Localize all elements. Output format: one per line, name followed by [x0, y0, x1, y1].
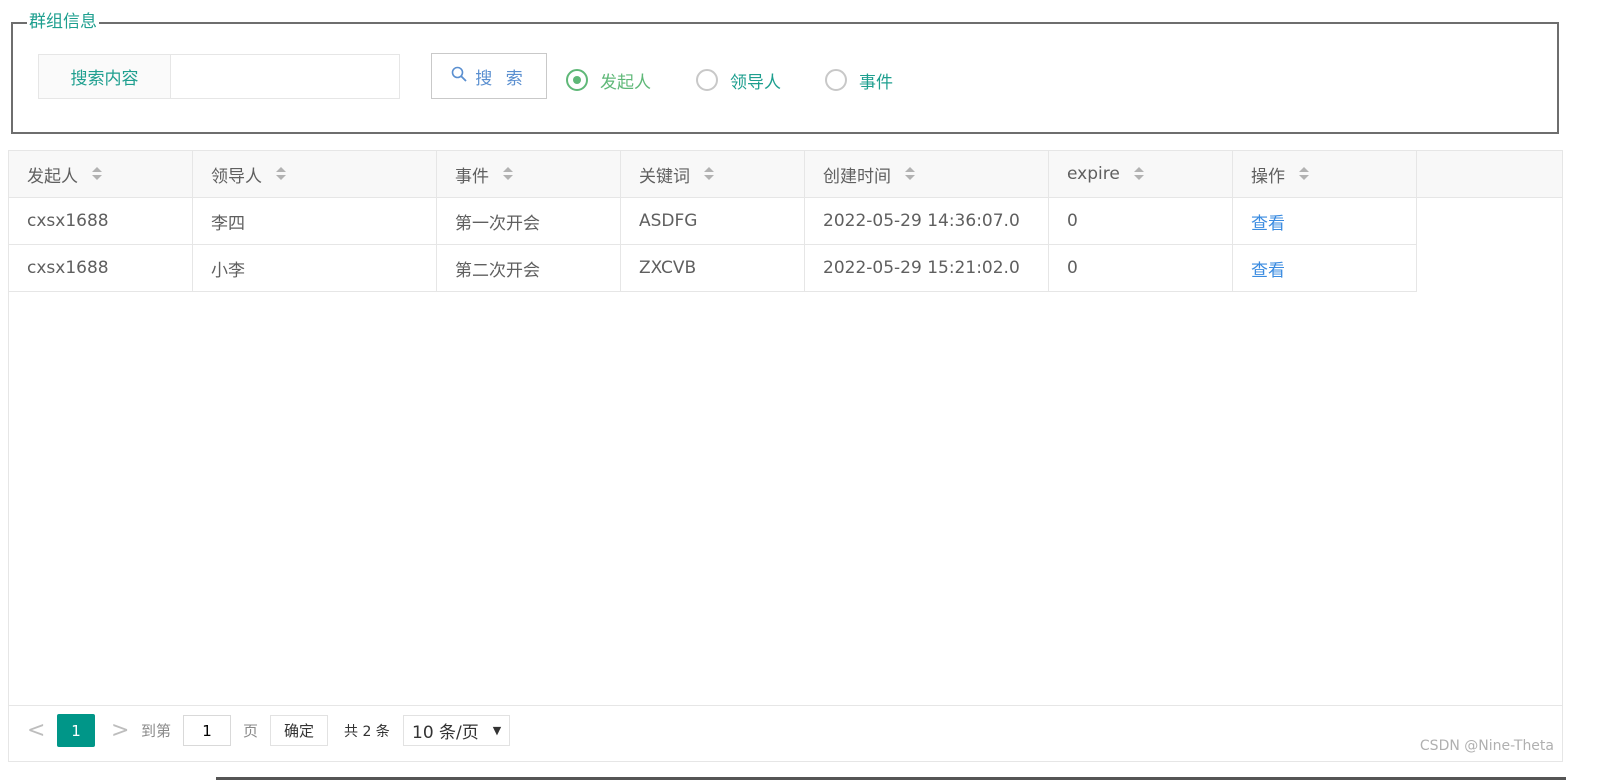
cell-action: 查看	[1233, 198, 1417, 244]
cell-initiator: cxsx1688	[9, 245, 193, 291]
watermark: CSDN @Nine-Theta	[1419, 738, 1554, 754]
goto-field-wrap	[183, 714, 231, 747]
search-button-label: 搜 索	[475, 68, 527, 89]
cell-action: 查看	[1233, 245, 1417, 291]
column-header-initiator[interactable]: 发起人	[9, 151, 193, 197]
table-row: cxsx1688 小李 第二次开会 ZXCVB 2022-05-29 15:21…	[9, 245, 1417, 292]
cell-event: 第二次开会	[437, 245, 621, 291]
search-input[interactable]	[171, 55, 399, 98]
sort-icon[interactable]	[1299, 167, 1309, 181]
column-header-label: 创建时间	[823, 166, 891, 187]
total-count: 共 2 条	[344, 723, 390, 740]
column-header-label: 事件	[455, 166, 489, 187]
sort-icon[interactable]	[276, 167, 286, 181]
cell-expire: 0	[1049, 245, 1233, 291]
table-header: 发起人 领导人 事件 关键词 创建时间 expire 操作	[9, 151, 1562, 198]
search-group: 搜索内容	[38, 54, 400, 99]
sort-icon[interactable]	[1133, 167, 1144, 181]
radio-label: 发起人	[600, 72, 651, 93]
cell-expire: 0	[1049, 198, 1233, 244]
radio-unchecked-icon	[825, 69, 847, 91]
radio-label: 事件	[859, 72, 893, 93]
radio-label: 领导人	[730, 72, 781, 93]
cell-initiator: cxsx1688	[9, 198, 193, 244]
goto-prefix: 到第	[141, 722, 172, 740]
page-size-value: 10 条/页	[412, 723, 479, 743]
goto-suffix: 页	[243, 722, 259, 740]
search-icon	[451, 66, 467, 87]
column-header-created[interactable]: 创建时间	[805, 151, 1049, 197]
sort-icon[interactable]	[704, 167, 714, 181]
radio-event[interactable]: 事件	[825, 66, 893, 94]
column-header-expire[interactable]: expire	[1049, 151, 1233, 197]
pagination: < 1 > 到第 页 确定 共 2 条 10 条/页 ▼	[9, 705, 1562, 761]
caret-down-icon: ▼	[492, 724, 502, 737]
prev-page-icon[interactable]: <	[27, 714, 45, 747]
column-header-leader[interactable]: 领导人	[193, 151, 437, 197]
confirm-button[interactable]: 确定	[270, 715, 329, 746]
view-link[interactable]: 查看	[1251, 256, 1285, 281]
cell-event: 第一次开会	[437, 198, 621, 244]
search-button[interactable]: 搜 索	[431, 53, 547, 99]
column-header-label: expire	[1067, 164, 1120, 184]
sort-icon[interactable]	[503, 167, 513, 181]
search-label: 搜索内容	[39, 55, 171, 98]
column-header-event[interactable]: 事件	[437, 151, 621, 197]
page-size-select[interactable]: 10 条/页 ▼	[403, 715, 511, 746]
cell-keyword: ASDFG	[621, 198, 805, 244]
column-header-label: 发起人	[27, 166, 78, 187]
cell-keyword: ZXCVB	[621, 245, 805, 291]
data-table: 发起人 领导人 事件 关键词 创建时间 expire 操作 cxsx1688 李…	[8, 150, 1563, 762]
column-header-action[interactable]: 操作	[1233, 151, 1417, 197]
cell-created: 2022-05-29 15:21:02.0	[805, 245, 1049, 291]
fieldset-legend: 群组信息	[27, 11, 99, 33]
cell-leader: 小李	[193, 245, 437, 291]
radio-unchecked-icon	[696, 69, 718, 91]
confirm-wrap: 确定	[270, 714, 329, 747]
column-header-keyword[interactable]: 关键词	[621, 151, 805, 197]
view-link[interactable]: 查看	[1251, 209, 1285, 234]
radio-leader[interactable]: 领导人	[696, 66, 781, 94]
column-header-label: 操作	[1251, 166, 1285, 187]
cell-leader: 李四	[193, 198, 437, 244]
page-size-wrap: 10 条/页 ▼	[403, 714, 511, 747]
goto-page-input[interactable]	[183, 715, 231, 746]
next-page-icon[interactable]: >	[111, 714, 129, 747]
page-button-current[interactable]: 1	[57, 714, 95, 747]
table-row: cxsx1688 李四 第一次开会 ASDFG 2022-05-29 14:36…	[9, 198, 1417, 245]
column-header-label: 关键词	[639, 166, 690, 187]
sort-icon[interactable]	[92, 167, 102, 181]
radio-initiator[interactable]: 发起人	[566, 66, 651, 94]
column-header-label: 领导人	[211, 166, 262, 187]
cell-created: 2022-05-29 14:36:07.0	[805, 198, 1049, 244]
sort-icon[interactable]	[905, 167, 915, 181]
radio-checked-icon	[566, 69, 588, 91]
